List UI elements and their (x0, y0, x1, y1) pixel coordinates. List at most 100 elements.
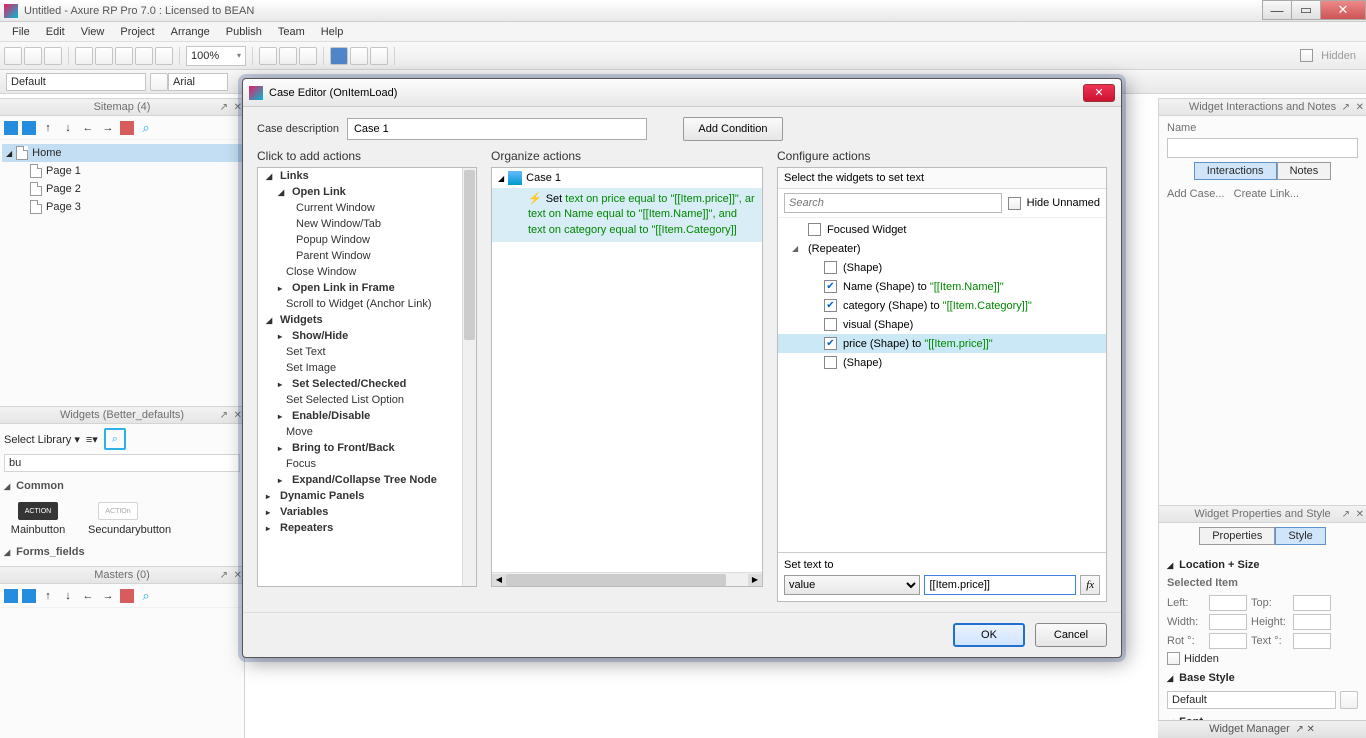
move-up-button[interactable]: ↑ (40, 120, 56, 136)
hidden-prop-checkbox[interactable] (1167, 652, 1180, 665)
create-link-link[interactable]: Create Link... (1234, 188, 1299, 200)
action-item[interactable]: Parent Window (258, 248, 462, 264)
open-file-button[interactable] (24, 47, 42, 65)
top-input[interactable] (1293, 595, 1331, 611)
maximize-button[interactable]: ▭ (1291, 0, 1321, 20)
action-item[interactable]: Open Link (258, 184, 462, 200)
action-item[interactable]: Show/Hide (258, 328, 462, 344)
set-text-mode-select[interactable]: value (784, 575, 920, 595)
fx-button[interactable]: fx (1080, 575, 1100, 595)
paste-button[interactable] (115, 47, 133, 65)
publish-button[interactable] (350, 47, 368, 65)
action-item[interactable]: Scroll to Widget (Anchor Link) (258, 296, 462, 312)
action-item[interactable]: Links (258, 168, 462, 184)
category-common[interactable]: Common (4, 476, 240, 496)
menu-publish[interactable]: Publish (218, 24, 270, 40)
list-view-icon[interactable]: ≡▾ (86, 433, 98, 446)
style-copy-button[interactable] (150, 73, 168, 91)
configure-tree-row[interactable]: (Shape) (778, 353, 1106, 372)
connector-tool[interactable] (279, 47, 297, 65)
expander-icon[interactable]: ◢ (792, 244, 802, 253)
action-item[interactable]: Popup Window (258, 232, 462, 248)
organize-case-row[interactable]: Case 1 (492, 168, 762, 188)
organize-hscroll[interactable]: ◀▶ (492, 572, 762, 586)
preview-button[interactable] (330, 47, 348, 65)
add-master-button[interactable] (4, 589, 18, 603)
menu-arrange[interactable]: Arrange (163, 24, 218, 40)
configure-tree-row[interactable]: Focused Widget (778, 220, 1106, 239)
sitemap-item-page2[interactable]: Page 2 (2, 180, 242, 198)
action-item[interactable]: Set Selected/Checked (258, 376, 462, 392)
select-library-dropdown[interactable]: Select Library ▾ (4, 433, 80, 446)
action-item[interactable]: Expand/Collapse Tree Node (258, 472, 462, 488)
section-location-size[interactable]: Location + Size (1167, 555, 1358, 575)
move-down-button[interactable]: ↓ (60, 120, 76, 136)
widget-checkbox[interactable] (808, 223, 821, 236)
actions-scrollbar[interactable] (462, 168, 476, 586)
action-item[interactable]: New Window/Tab (258, 216, 462, 232)
redo-button[interactable] (155, 47, 173, 65)
pen-tool[interactable] (299, 47, 317, 65)
text-rot-input[interactable] (1293, 633, 1331, 649)
add-folder-button[interactable] (22, 121, 36, 135)
new-file-button[interactable] (4, 47, 22, 65)
share-button[interactable] (370, 47, 388, 65)
default-style-combo[interactable]: Default (6, 73, 146, 91)
tab-interactions[interactable]: Interactions (1194, 162, 1277, 180)
action-item[interactable]: Set Selected List Option (258, 392, 462, 408)
action-item[interactable]: Variables (258, 504, 462, 520)
widget-checkbox[interactable]: ✔ (824, 299, 837, 312)
widget-search-button[interactable]: ⌕ (104, 428, 126, 450)
edit-style-button[interactable] (1340, 691, 1358, 709)
add-master-folder-button[interactable] (22, 589, 36, 603)
configure-tree-row[interactable]: visual (Shape) (778, 315, 1106, 334)
configure-tree-row[interactable]: ◢(Repeater) (778, 239, 1106, 258)
popout-icon[interactable]: ↗ (220, 102, 228, 113)
action-item[interactable]: Dynamic Panels (258, 488, 462, 504)
tab-style[interactable]: Style (1275, 527, 1325, 545)
window-close-button[interactable]: ✕ (1320, 0, 1366, 20)
case-description-input[interactable] (347, 118, 647, 140)
font-combo[interactable]: Arial (168, 73, 228, 91)
configure-tree-row[interactable]: (Shape) (778, 258, 1106, 277)
dialog-titlebar[interactable]: Case Editor (OnItemLoad) ✕ (243, 79, 1121, 107)
delete-master-button[interactable] (120, 589, 134, 603)
action-item[interactable]: Open Link in Frame (258, 280, 462, 296)
action-item[interactable]: Focus (258, 456, 462, 472)
cancel-button[interactable]: Cancel (1035, 623, 1107, 647)
action-item[interactable]: Enable/Disable (258, 408, 462, 424)
action-item[interactable]: Set Text (258, 344, 462, 360)
action-item[interactable]: Widgets (258, 312, 462, 328)
category-forms[interactable]: Forms_fields (4, 542, 240, 562)
widget-checkbox[interactable]: ✔ (824, 337, 837, 350)
cut-button[interactable] (75, 47, 93, 65)
add-case-link[interactable]: Add Case... (1167, 188, 1224, 200)
configure-tree-row[interactable]: ✔category (Shape) to "[[Item.Category]]" (778, 296, 1106, 315)
sitemap-item-page1[interactable]: Page 1 (2, 162, 242, 180)
hidden-checkbox[interactable] (1300, 49, 1313, 62)
selection-tool[interactable] (259, 47, 277, 65)
tab-properties[interactable]: Properties (1199, 527, 1275, 545)
width-input[interactable] (1209, 614, 1247, 630)
configure-tree-row[interactable]: ✔Name (Shape) to "[[Item.Name]]" (778, 277, 1106, 296)
ok-button[interactable]: OK (953, 623, 1025, 647)
indent-button[interactable]: → (100, 120, 116, 136)
tab-notes[interactable]: Notes (1277, 162, 1332, 180)
masters-search-icon[interactable]: ⌕ (138, 588, 154, 604)
widget-filter-input[interactable] (4, 454, 240, 472)
sitemap-item-page3[interactable]: Page 3 (2, 198, 242, 216)
action-item[interactable]: Bring to Front/Back (258, 440, 462, 456)
configure-search-input[interactable] (784, 193, 1002, 213)
widget-checkbox[interactable] (824, 261, 837, 274)
action-item[interactable]: Move (258, 424, 462, 440)
menu-team[interactable]: Team (270, 24, 313, 40)
configure-tree-row[interactable]: ✔price (Shape) to "[[Item.price]]" (778, 334, 1106, 353)
set-text-value-input[interactable] (924, 575, 1076, 595)
widget-checkbox[interactable] (824, 318, 837, 331)
menu-project[interactable]: Project (112, 24, 162, 40)
widget-checkbox[interactable]: ✔ (824, 280, 837, 293)
add-condition-button[interactable]: Add Condition (683, 117, 783, 141)
widget-checkbox[interactable] (824, 356, 837, 369)
section-base-style[interactable]: Base Style (1167, 668, 1358, 688)
menu-file[interactable]: File (4, 24, 38, 40)
